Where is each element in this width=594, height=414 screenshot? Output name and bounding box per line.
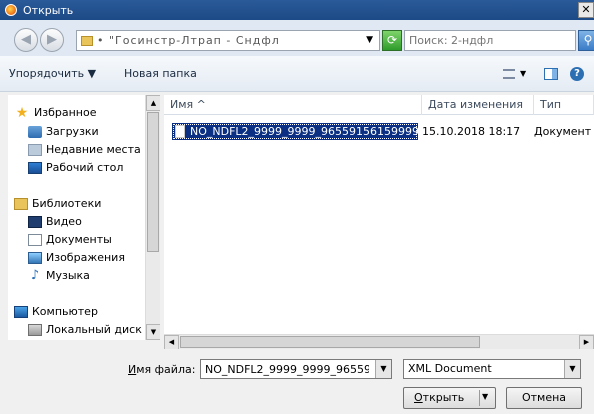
- nav-item-downloads[interactable]: Загрузки: [28, 123, 99, 141]
- column-header-date[interactable]: Дата изменения: [422, 95, 534, 115]
- xml-file-icon: [175, 125, 185, 138]
- help-icon[interactable]: ?: [570, 67, 584, 81]
- browser-icon: [5, 4, 17, 16]
- new-folder-button[interactable]: Новая папка: [122, 66, 199, 82]
- dialog-footer: Имя файла: ▼ XML Document ▼ Открыть ▼ От…: [0, 349, 594, 414]
- chevron-down-icon[interactable]: ▼: [375, 360, 391, 378]
- button-divider: [479, 390, 480, 406]
- file-type: Документ X: [534, 125, 594, 138]
- nav-item-label: Компьютер: [32, 305, 98, 318]
- view-dropdown-icon[interactable]: ▼: [520, 69, 526, 78]
- title-bar: Открыть ✕: [0, 0, 594, 20]
- nav-item-video[interactable]: Видео: [28, 213, 82, 231]
- open-label-text: ткрыть: [422, 391, 465, 404]
- images-icon: [28, 252, 42, 264]
- nav-item-label: Недавние места: [46, 143, 141, 156]
- nav-item-recent-places[interactable]: Недавние места: [28, 141, 141, 159]
- nav-item-label: Музыка: [46, 269, 90, 282]
- open-label-accesskey: О: [414, 391, 423, 404]
- filetype-value: XML Document: [408, 362, 492, 375]
- nav-scrollbar[interactable]: ▲ ▼: [145, 95, 161, 340]
- nav-item-desktop[interactable]: Рабочий стол: [28, 159, 123, 177]
- computer-icon: [14, 306, 28, 318]
- scroll-right-icon[interactable]: ▶: [579, 335, 594, 350]
- address-bar[interactable]: • "Госинстр-Лтрап - Сндфл ▼: [76, 30, 380, 51]
- nav-item-computer[interactable]: Компьютер: [14, 303, 98, 321]
- nav-item-images[interactable]: Изображения: [28, 249, 125, 267]
- downloads-icon: [28, 126, 42, 138]
- search-input[interactable]: [405, 31, 575, 50]
- file-list-hscrollbar[interactable]: ◀ ▶: [164, 334, 594, 350]
- organize-button[interactable]: Упорядочить ▼: [7, 66, 98, 82]
- recent-places-icon: [28, 144, 42, 156]
- filename-label: Имя файла:: [128, 363, 195, 376]
- nav-item-documents[interactable]: Документы: [28, 231, 112, 249]
- filename-label-accesskey: И: [128, 363, 137, 376]
- address-row: ◀ ▶ • "Госинстр-Лтрап - Сндфл ▼ ⟳ ⚲: [0, 20, 594, 56]
- preview-pane-icon[interactable]: [544, 68, 558, 80]
- chevron-down-icon[interactable]: ▼: [564, 360, 580, 378]
- nav-item-label: Рабочий стол: [46, 161, 124, 174]
- refresh-button[interactable]: ⟳: [382, 30, 402, 51]
- star-icon: ★: [15, 105, 29, 121]
- filetype-select[interactable]: XML Document ▼: [403, 359, 581, 379]
- nav-item-libraries[interactable]: Библиотеки: [14, 195, 101, 213]
- close-button[interactable]: ✕: [578, 2, 594, 18]
- nav-item-label: Локальный диск (: [46, 323, 150, 336]
- nav-item-label: Изображения: [46, 251, 125, 264]
- disk-icon: [28, 324, 42, 336]
- filename-field[interactable]: ▼: [200, 359, 392, 379]
- table-row[interactable]: NO_NDFL2_9999_9999_9655915615999901... 1…: [172, 123, 594, 140]
- libraries-icon: [14, 198, 28, 210]
- column-header-type[interactable]: Тип: [534, 95, 594, 115]
- search-box[interactable]: [404, 30, 576, 51]
- desktop-icon: [28, 162, 42, 174]
- scroll-thumb[interactable]: [180, 336, 480, 348]
- file-date: 15.10.2018 18:17: [422, 125, 521, 138]
- video-icon: [28, 216, 42, 228]
- back-button[interactable]: ◀: [14, 28, 38, 52]
- scroll-up-icon[interactable]: ▲: [146, 95, 161, 111]
- nav-item-label: Загрузки: [46, 125, 99, 138]
- open-file-dialog: Открыть ✕ ◀ ▶ • "Госинстр-Лтрап - Сндфл …: [0, 0, 594, 414]
- open-button[interactable]: Открыть ▼: [403, 387, 496, 409]
- address-path: • "Госинстр-Лтрап - Сндфл: [97, 34, 280, 47]
- nav-item-local-disk[interactable]: Локальный диск (: [28, 321, 150, 339]
- search-icon[interactable]: ⚲: [578, 30, 594, 51]
- column-header-name[interactable]: Имя ^: [164, 95, 422, 115]
- nav-item-music[interactable]: ♪ Музыка: [28, 267, 90, 285]
- open-label: Открыть: [414, 391, 464, 404]
- toolbar: Упорядочить ▼ Новая папка ▼ ?: [0, 56, 594, 92]
- forward-button[interactable]: ▶: [40, 28, 64, 52]
- cancel-button[interactable]: Отмена: [506, 387, 582, 409]
- folder-icon: [81, 35, 93, 46]
- scroll-thumb[interactable]: [147, 112, 159, 252]
- view-options-icon[interactable]: [503, 69, 515, 79]
- filename-label-text: мя файла:: [136, 363, 196, 376]
- scroll-left-icon[interactable]: ◀: [164, 335, 179, 350]
- window-title: Открыть: [23, 3, 74, 17]
- documents-icon: [28, 234, 42, 246]
- scroll-down-icon[interactable]: ▼: [146, 324, 161, 340]
- nav-item-label: Библиотеки: [32, 197, 102, 210]
- navigation-pane: ★ Избранное Загрузки Недавние места Рабо…: [8, 95, 160, 340]
- file-name: NO_NDFL2_9999_9999_9655915615999901...: [190, 125, 418, 138]
- filename-input[interactable]: [201, 360, 373, 378]
- music-icon: ♪: [30, 268, 40, 283]
- nav-item-label: Избранное: [34, 106, 97, 119]
- nav-item-label: Документы: [46, 233, 112, 246]
- chevron-down-icon[interactable]: ▼: [366, 31, 373, 50]
- column-headers: Имя ^ Дата изменения Тип: [164, 95, 594, 115]
- nav-item-label: Видео: [46, 215, 82, 228]
- file-list: Имя ^ Дата изменения Тип NO_NDFL2_9999_9…: [164, 95, 594, 340]
- open-dropdown-icon[interactable]: ▼: [482, 392, 488, 401]
- nav-item-favorites[interactable]: ★ Избранное: [14, 104, 97, 122]
